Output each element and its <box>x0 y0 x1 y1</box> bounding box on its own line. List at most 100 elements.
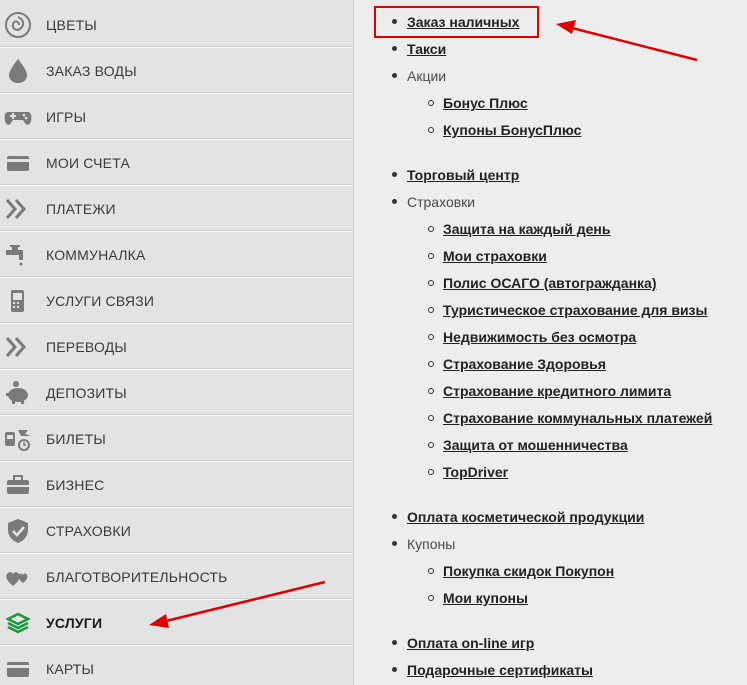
online-games-link[interactable]: Оплата on-line игр <box>407 635 534 651</box>
gamepad-icon <box>3 102 33 132</box>
list-item: Акции <box>407 67 446 85</box>
list-bullet <box>392 73 397 78</box>
sidebar-item-label: Билеты <box>46 430 106 447</box>
shield-icon <box>3 516 33 546</box>
list-bullet <box>392 46 397 51</box>
briefcase-icon <box>3 470 33 500</box>
sidebar-item-label: Депозиты <box>46 384 127 401</box>
my-coupons-link[interactable]: Мои купоны <box>443 590 528 606</box>
sidebar-item-label: Благотворительность <box>46 568 228 585</box>
list-bullet <box>392 172 397 177</box>
sidebar-item-my-accounts[interactable]: Мои счета <box>0 140 353 186</box>
list-item: Купоны <box>407 535 455 553</box>
page: Цветы Заказ воды Игры <box>0 0 747 685</box>
gift-certificates-link[interactable]: Подарочные сертификаты <box>407 662 593 678</box>
layers-icon <box>3 608 33 638</box>
list-bullet <box>428 253 434 259</box>
health-insurance-link[interactable]: Страхование Здоровья <box>443 356 606 372</box>
travel-insurance-link[interactable]: Туристическое страхование для визы <box>443 302 707 318</box>
list-bullet <box>428 127 434 133</box>
list-item: Подарочные сертификаты <box>407 661 593 679</box>
mall-link[interactable]: Торговый центр <box>407 167 519 183</box>
annotation-highlight-box <box>374 6 539 38</box>
list-item: Страховки <box>407 193 475 211</box>
sidebar-item-charity[interactable]: Благотворительность <box>0 554 353 600</box>
utility-insurance-link[interactable]: Страхование коммунальных платежей <box>443 410 712 426</box>
sidebar-item-label: Бизнес <box>46 476 105 493</box>
list-item: Недвижимость без осмотра <box>443 328 636 346</box>
list-item: Страхование кредитного лимита <box>443 382 671 400</box>
sidebar-item-business[interactable]: Бизнес <box>0 462 353 508</box>
double-chevron-icon <box>3 332 33 362</box>
my-insurance-link[interactable]: Мои страховки <box>443 248 547 264</box>
list-item: Мои купоны <box>443 589 528 607</box>
bonus-coupons-link[interactable]: Купоны БонусПлюс <box>443 122 581 138</box>
sidebar-item-tickets[interactable]: Билеты <box>0 416 353 462</box>
list-bullet <box>428 595 434 601</box>
list-bullet <box>428 469 434 475</box>
cosmetics-payment-link[interactable]: Оплата косметической продукции <box>407 509 644 525</box>
list-bullet <box>392 667 397 672</box>
sidebar-item-utilities[interactable]: Коммуналка <box>0 232 353 278</box>
protection-daily-link[interactable]: Защита на каждый день <box>443 221 610 237</box>
piggy-bank-icon <box>3 378 33 408</box>
sidebar-menu: Цветы Заказ воды Игры <box>0 0 354 685</box>
sidebar-item-label: Услуги <box>46 614 103 631</box>
taxi-link[interactable]: Такси <box>407 41 446 57</box>
list-bullet <box>428 415 434 421</box>
sidebar-item-services[interactable]: Услуги <box>0 600 353 646</box>
list-bullet <box>392 199 397 204</box>
list-item: Оплата on-line игр <box>407 634 534 652</box>
list-bullet <box>428 334 434 340</box>
hearts-icon <box>3 562 33 592</box>
list-bullet <box>428 442 434 448</box>
faucet-icon <box>3 240 33 270</box>
services-list: Заказ наличных Такси Акции Бонус Плюс Ку… <box>354 0 747 685</box>
sidebar-item-label: Заказ воды <box>46 62 137 79</box>
promotions-heading: Акции <box>407 68 447 84</box>
list-item: Купоны БонусПлюс <box>443 121 581 139</box>
sidebar-item-flowers[interactable]: Цветы <box>0 2 353 48</box>
card-icon <box>3 654 33 684</box>
list-item: Страхование Здоровья <box>443 355 606 373</box>
list-bullet <box>392 514 397 519</box>
sidebar-item-deposits[interactable]: Депозиты <box>0 370 353 416</box>
pokupon-link[interactable]: Покупка скидок Покупон <box>443 563 614 579</box>
list-bullet <box>428 361 434 367</box>
list-item: TopDriver <box>443 463 508 481</box>
coupons-heading: Купоны <box>407 536 456 552</box>
realty-link[interactable]: Недвижимость без осмотра <box>443 329 636 345</box>
list-bullet <box>428 280 434 286</box>
bonus-plus-link[interactable]: Бонус Плюс <box>443 95 528 111</box>
topdriver-link[interactable]: TopDriver <box>443 464 508 480</box>
sidebar-item-label: Мои счета <box>46 154 131 171</box>
osago-link[interactable]: Полис ОСАГО (автогражданка) <box>443 275 657 291</box>
insurance-heading: Страховки <box>407 194 476 210</box>
sidebar-item-telecom[interactable]: Услуги связи <box>0 278 353 324</box>
list-bullet <box>428 100 434 106</box>
credit-limit-insurance-link[interactable]: Страхование кредитного лимита <box>443 383 671 399</box>
list-item: Покупка скидок Покупон <box>443 562 614 580</box>
water-drop-icon <box>3 56 33 86</box>
list-item: Оплата косметической продукции <box>407 508 644 526</box>
sidebar-item-label: Карты <box>46 660 95 677</box>
list-item: Страхование коммунальных платежей <box>443 409 712 427</box>
sidebar-item-water-order[interactable]: Заказ воды <box>0 48 353 94</box>
sidebar-item-label: Переводы <box>46 338 128 355</box>
list-bullet <box>428 226 434 232</box>
sidebar-item-label: Игры <box>46 108 87 125</box>
list-bullet <box>428 307 434 313</box>
sidebar-item-label: Страховки <box>46 522 132 539</box>
list-item: Бонус Плюс <box>443 94 528 112</box>
sidebar-item-insurance[interactable]: Страховки <box>0 508 353 554</box>
double-chevron-icon <box>3 194 33 224</box>
sidebar-item-games[interactable]: Игры <box>0 94 353 140</box>
list-item: Туристическое страхование для визы <box>443 301 707 319</box>
list-item: Защита на каждый день <box>443 220 610 238</box>
sidebar-item-payments[interactable]: Платежи <box>0 186 353 232</box>
sidebar-item-transfers[interactable]: Переводы <box>0 324 353 370</box>
sidebar-item-cards[interactable]: Карты <box>0 646 353 685</box>
list-item: Мои страховки <box>443 247 547 265</box>
list-bullet <box>392 541 397 546</box>
fraud-protection-link[interactable]: Защита от мошенничества <box>443 437 628 453</box>
